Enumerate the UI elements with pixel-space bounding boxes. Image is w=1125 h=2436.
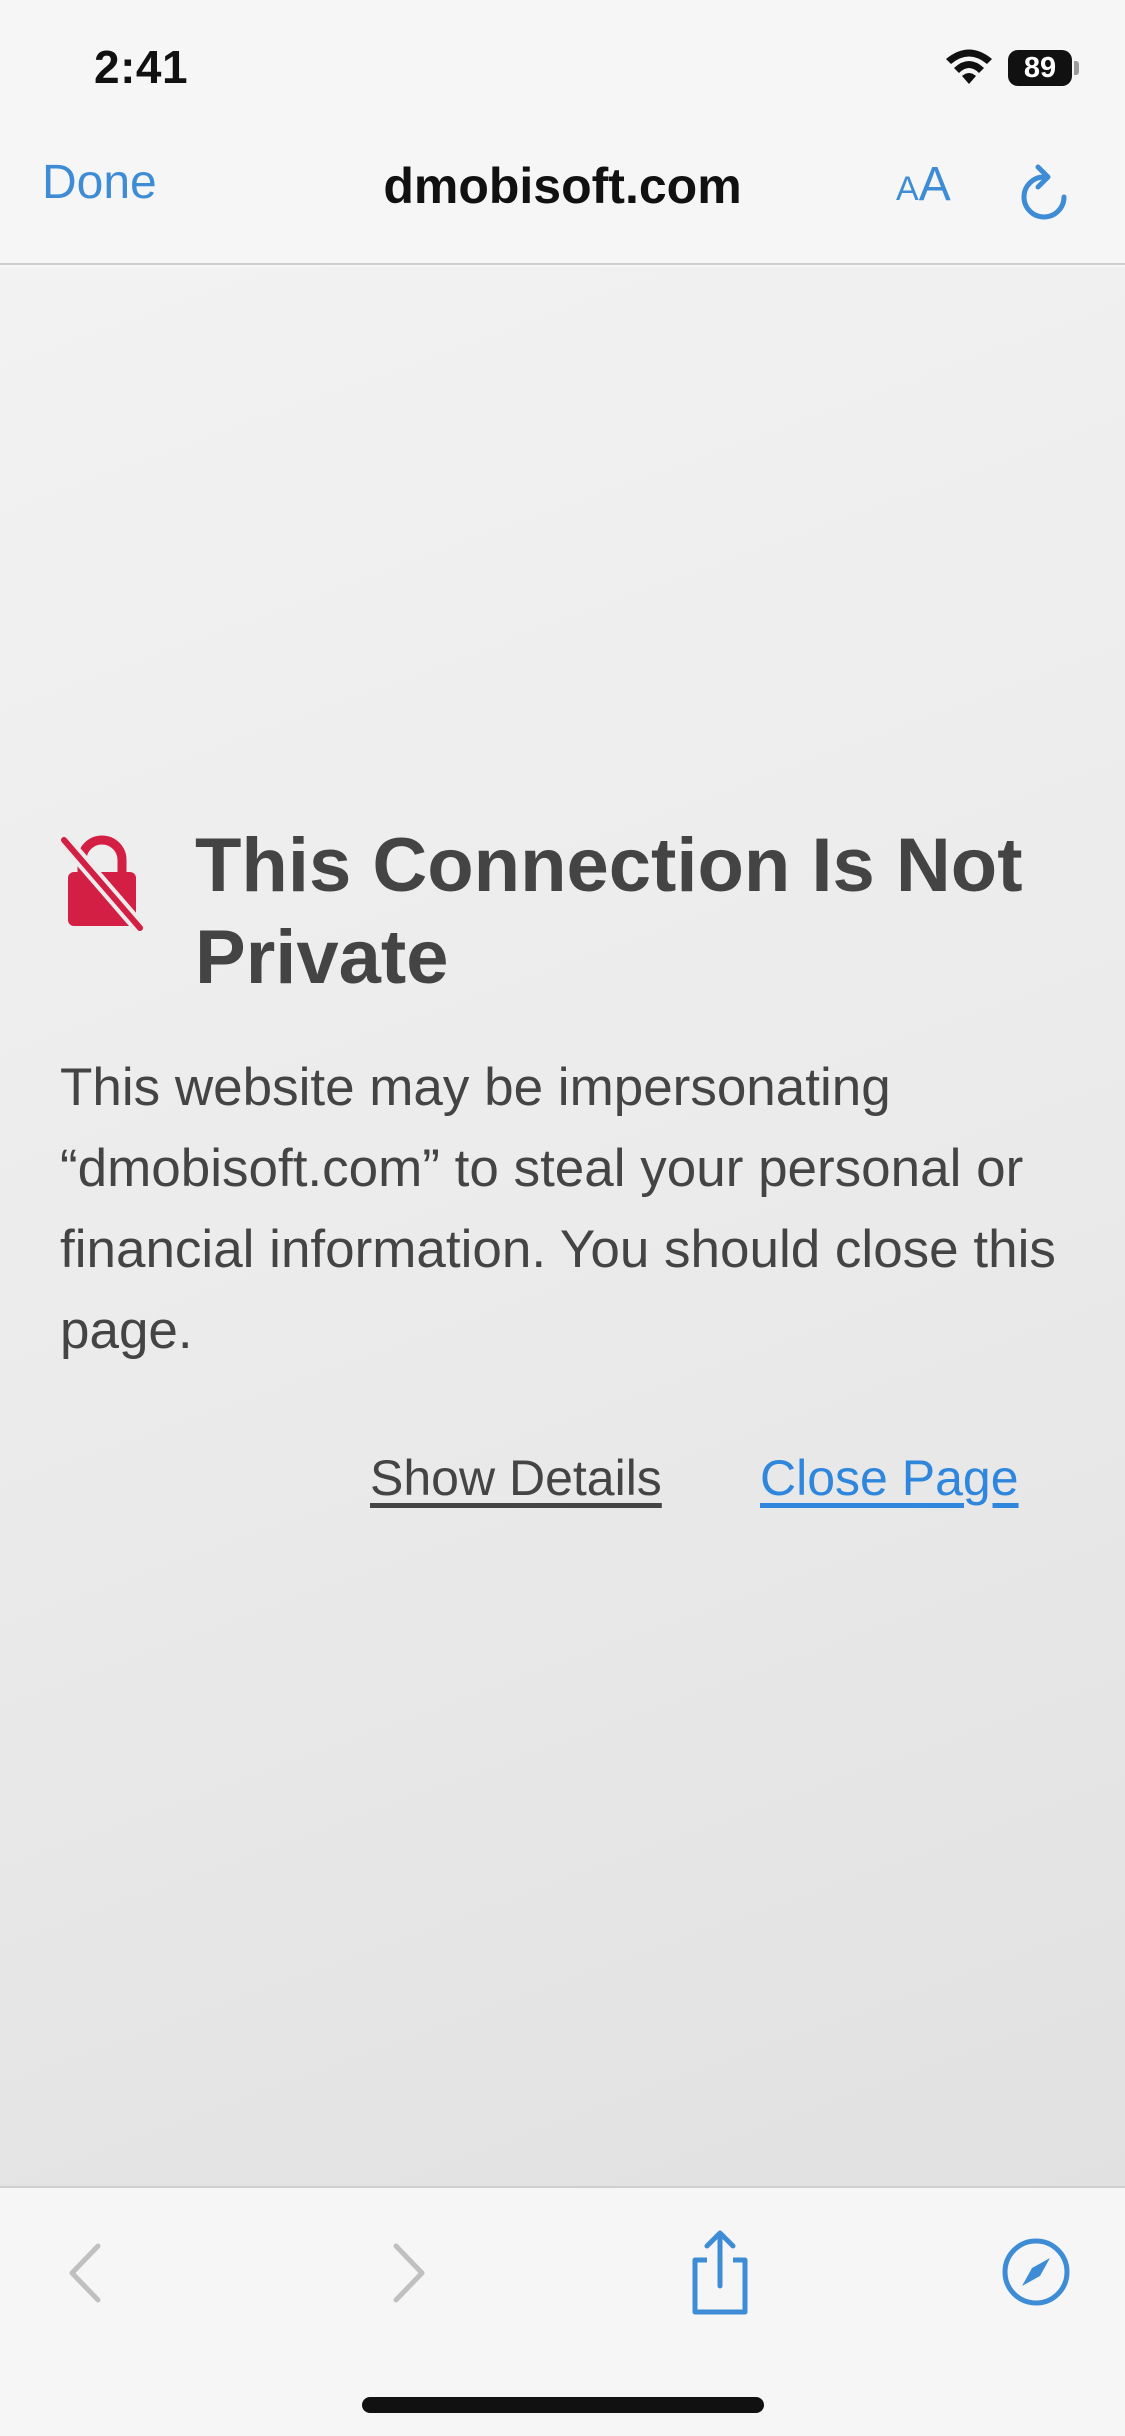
warning-page: This Connection Is Not Private This webs… [0,267,1125,2187]
status-bar: 2:41 89 [0,0,1125,135]
forward-icon[interactable] [384,2238,434,2308]
lock-slash-icon [58,835,146,932]
warning-title: This Connection Is Not Private [195,823,1023,1000]
close-page-link[interactable]: Close Page [760,1449,1019,1507]
status-time: 2:41 [94,41,189,93]
done-button[interactable]: Done [42,155,157,210]
battery-icon: 89 [1008,50,1079,86]
page-title: dmobisoft.com [383,158,742,214]
battery-level: 89 [1023,52,1057,84]
home-indicator [362,2397,764,2413]
warning-message: This website may be impersonating “dmobi… [60,1058,1056,1360]
text-size-button[interactable]: AA [896,157,951,217]
share-icon[interactable] [685,2228,755,2318]
compass-icon[interactable] [1000,2236,1072,2308]
wifi-icon [946,49,992,84]
nav-bar: Done dmobisoft.com AA [0,135,1125,265]
text-size-big-label: A [918,158,951,211]
safari-view: 2:41 89 Done dmobisoft.com AA This Conne… [0,0,1125,2436]
show-details-link[interactable]: Show Details [370,1449,662,1507]
text-size-small-label: A [896,170,919,208]
reload-icon[interactable] [1018,163,1070,223]
back-icon[interactable] [60,2238,110,2308]
